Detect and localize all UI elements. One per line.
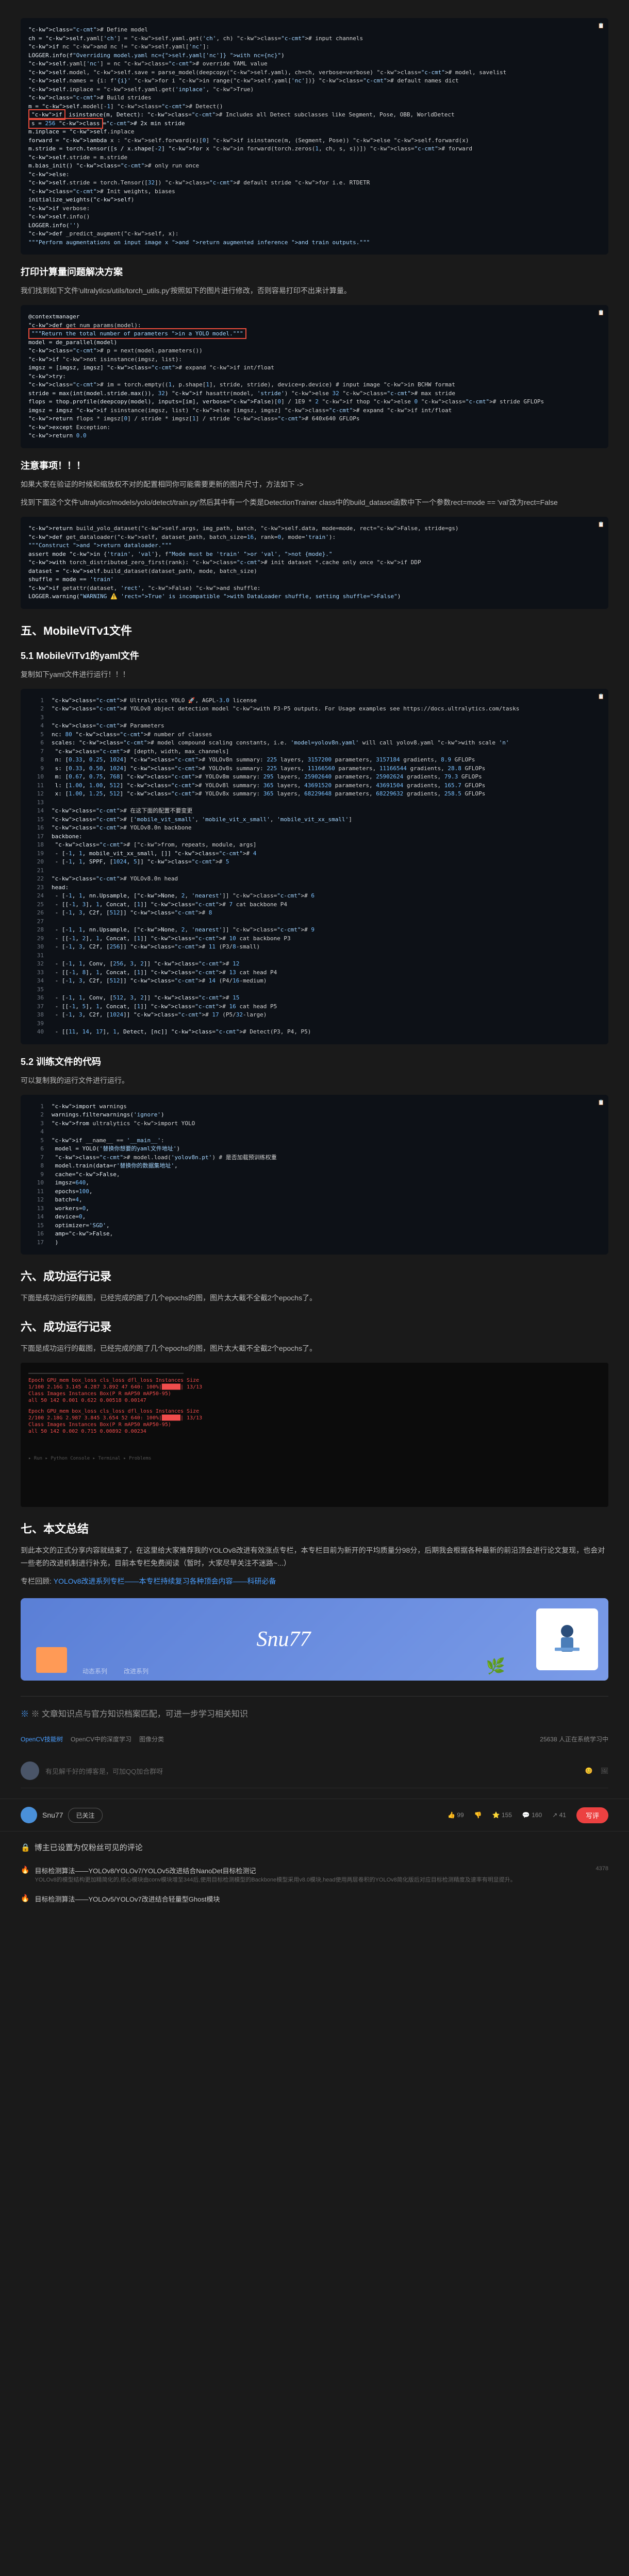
comment-count[interactable]: 💬 160 xyxy=(522,1811,542,1819)
lock-icon: 🔒 xyxy=(21,1843,30,1852)
follow-badge[interactable]: 已关注 xyxy=(68,1808,102,1823)
train-code-block: 📋 1"c-kw">import warnings2warnings.filte… xyxy=(21,1095,608,1255)
column-link[interactable]: YOLOv8改进系列专栏——本专栏持续复习各种顶会内容——科研必备 xyxy=(54,1577,276,1585)
notice-p2: 找到下面这个文件'ultralytics/models/yolo/detect/… xyxy=(21,496,608,509)
fav-count[interactable]: ⭐ 155 xyxy=(492,1811,512,1819)
yaml-code-block: 📋 1"c-kw">class="c-cmt"># Ultralytics YO… xyxy=(21,689,608,1044)
section6b-title: 六、成功运行记录 xyxy=(21,1318,608,1334)
copy-icon[interactable]: 📋 xyxy=(598,309,604,317)
section51-title: 5.1 MobileViTv1的yaml文件 xyxy=(21,649,608,662)
section7-title: 七、本文总结 xyxy=(21,1520,608,1536)
user-avatar[interactable] xyxy=(21,1807,37,1823)
recommend-section: 🔒 博主已设置为仅粉丝可见的评论 🔥 目标检测算法——YOLOv8/YOLOv7… xyxy=(0,1831,629,1919)
section7-p2: 专栏回顾: YOLOv8改进系列专栏——本专栏持续复习各种顶会内容——科研必备 xyxy=(21,1575,608,1588)
terminal-screenshot: ━━━━━━━━━━━━━━━━━━━━━━━━━━━━━━━━━━━━━━━━… xyxy=(21,1363,608,1507)
skill-link-1[interactable]: OpenCV技能树 xyxy=(21,1735,63,1743)
rec-title: 博主已设置为仅粉丝可见的评论 xyxy=(35,1842,143,1853)
section51-desc: 复制如下yaml文件进行运行！！！ xyxy=(21,668,608,681)
section6-desc: 下面是成功运行的截图，已经完成的跑了几个epochs的图，图片太大截不全截2个e… xyxy=(21,1292,608,1304)
rec-item[interactable]: 🔥 目标检测算法——YOLOv5/YOLOv7改进结合轻量型Ghost模块 xyxy=(21,1889,608,1909)
fire-icon: 🔥 xyxy=(21,1894,29,1903)
fire-icon: 🔥 xyxy=(21,1866,29,1874)
solution-desc: 我们找到如下文件'ultralytics/utils/torch_utils.p… xyxy=(21,284,608,297)
rec-item-meta: YOLOv8的模型结构更加精简化的,核心模块由conv模块增至344后,使用目标… xyxy=(35,1875,590,1884)
skill-link-3[interactable]: 图像分类 xyxy=(139,1735,164,1743)
image-icon[interactable]: 🖼 xyxy=(601,1767,608,1774)
notice-p1: 如果大家在验证的时候和缩放权不对的配置相同你可能需要更新的图片尺寸，方法如下 -… xyxy=(21,478,608,491)
username[interactable]: Snu77 xyxy=(42,1811,63,1819)
author-avatar xyxy=(536,1608,598,1670)
plant-icon: 🌿 xyxy=(486,1657,505,1675)
rec-item-title: 目标检测算法——YOLOv5/YOLOv7改进结合轻量型Ghost模块 xyxy=(35,1894,603,1904)
author-card: 动态系列 改进系列 Snu77 🌿 时间系列 人工智能 xyxy=(21,1598,608,1681)
bottom-bar: Snu77 已关注 👍 99 👎 ⭐ 155 💬 160 ↗ 41 写评 xyxy=(0,1799,629,1831)
book-icon xyxy=(36,1647,67,1673)
dislike-icon[interactable]: 👎 xyxy=(474,1811,482,1819)
code-block-3: 📋 "c-kw">return build_yolo_dataset("c-kw… xyxy=(21,517,608,609)
rec-item-count: 4378 xyxy=(596,1866,608,1872)
section7-p1: 到此本文的正式分享内容就结束了，在这里给大家推荐我的YOLOv8改进有效涨点专栏… xyxy=(21,1544,608,1570)
code-block-2: 📋 @contextmanager"c-kw">def get_num_para… xyxy=(21,305,608,448)
code-block-1: 📋 "c-kw">class="c-cmt"># Define modelch … xyxy=(21,18,608,255)
copy-icon[interactable]: 📋 xyxy=(598,22,604,30)
write-button[interactable]: 写评 xyxy=(576,1807,608,1823)
share-count[interactable]: ↗ 41 xyxy=(552,1811,566,1819)
comment-placeholder[interactable]: 有见解千好的博客是，可加QQ加合群呀 xyxy=(45,1766,579,1776)
section52-title: 5.2 训练文件的代码 xyxy=(21,1055,608,1068)
section6b-desc: 下面是成功运行的截图，已经完成的跑了几个epochs的图，图片太大截不全截2个e… xyxy=(21,1342,608,1355)
notice-title: 注意事项！！！ xyxy=(21,459,608,472)
section6-title: 六、成功运行记录 xyxy=(21,1267,608,1284)
section52-desc: 可以复制我的运行文件进行运行。 xyxy=(21,1074,608,1087)
comment-input-row: 有见解千好的博客是，可加QQ加合群呀 😊 🖼 xyxy=(21,1754,608,1788)
tag-1: 动态系列 xyxy=(82,1667,107,1675)
tag-4: 人工智能 xyxy=(568,1651,593,1660)
emoji-icon[interactable]: 😊 xyxy=(585,1767,593,1774)
like-count[interactable]: 👍 99 xyxy=(448,1811,464,1819)
learner-count: 25638 人正在系统学习中 xyxy=(540,1735,608,1743)
copy-icon[interactable]: 📋 xyxy=(598,521,604,529)
comment-avatar xyxy=(21,1761,39,1780)
solution-title: 打印计算量问题解决方案 xyxy=(21,265,608,278)
rec-item-title: 目标检测算法——YOLOv8/YOLOv7/YOLOv5改进结合NanoDet目… xyxy=(35,1866,590,1875)
tag-3: 时间系列 xyxy=(568,1662,593,1670)
skill-link-2[interactable]: OpenCV中的深度学习 xyxy=(71,1735,131,1743)
copy-icon[interactable]: 📋 xyxy=(598,1099,604,1107)
section5-title: 五、MobileViTv1文件 xyxy=(21,622,608,638)
tag-2: 改进系列 xyxy=(124,1667,148,1675)
author-name: Snu77 xyxy=(257,1627,311,1652)
footer-note: ※ ※ 文章知识点与官方知识档案匹配，可进一步学习相关知识 xyxy=(21,1696,608,1719)
rec-item[interactable]: 🔥 目标检测算法——YOLOv8/YOLOv7/YOLOv5改进结合NanoDe… xyxy=(21,1860,608,1889)
copy-icon[interactable]: 📋 xyxy=(598,693,604,701)
